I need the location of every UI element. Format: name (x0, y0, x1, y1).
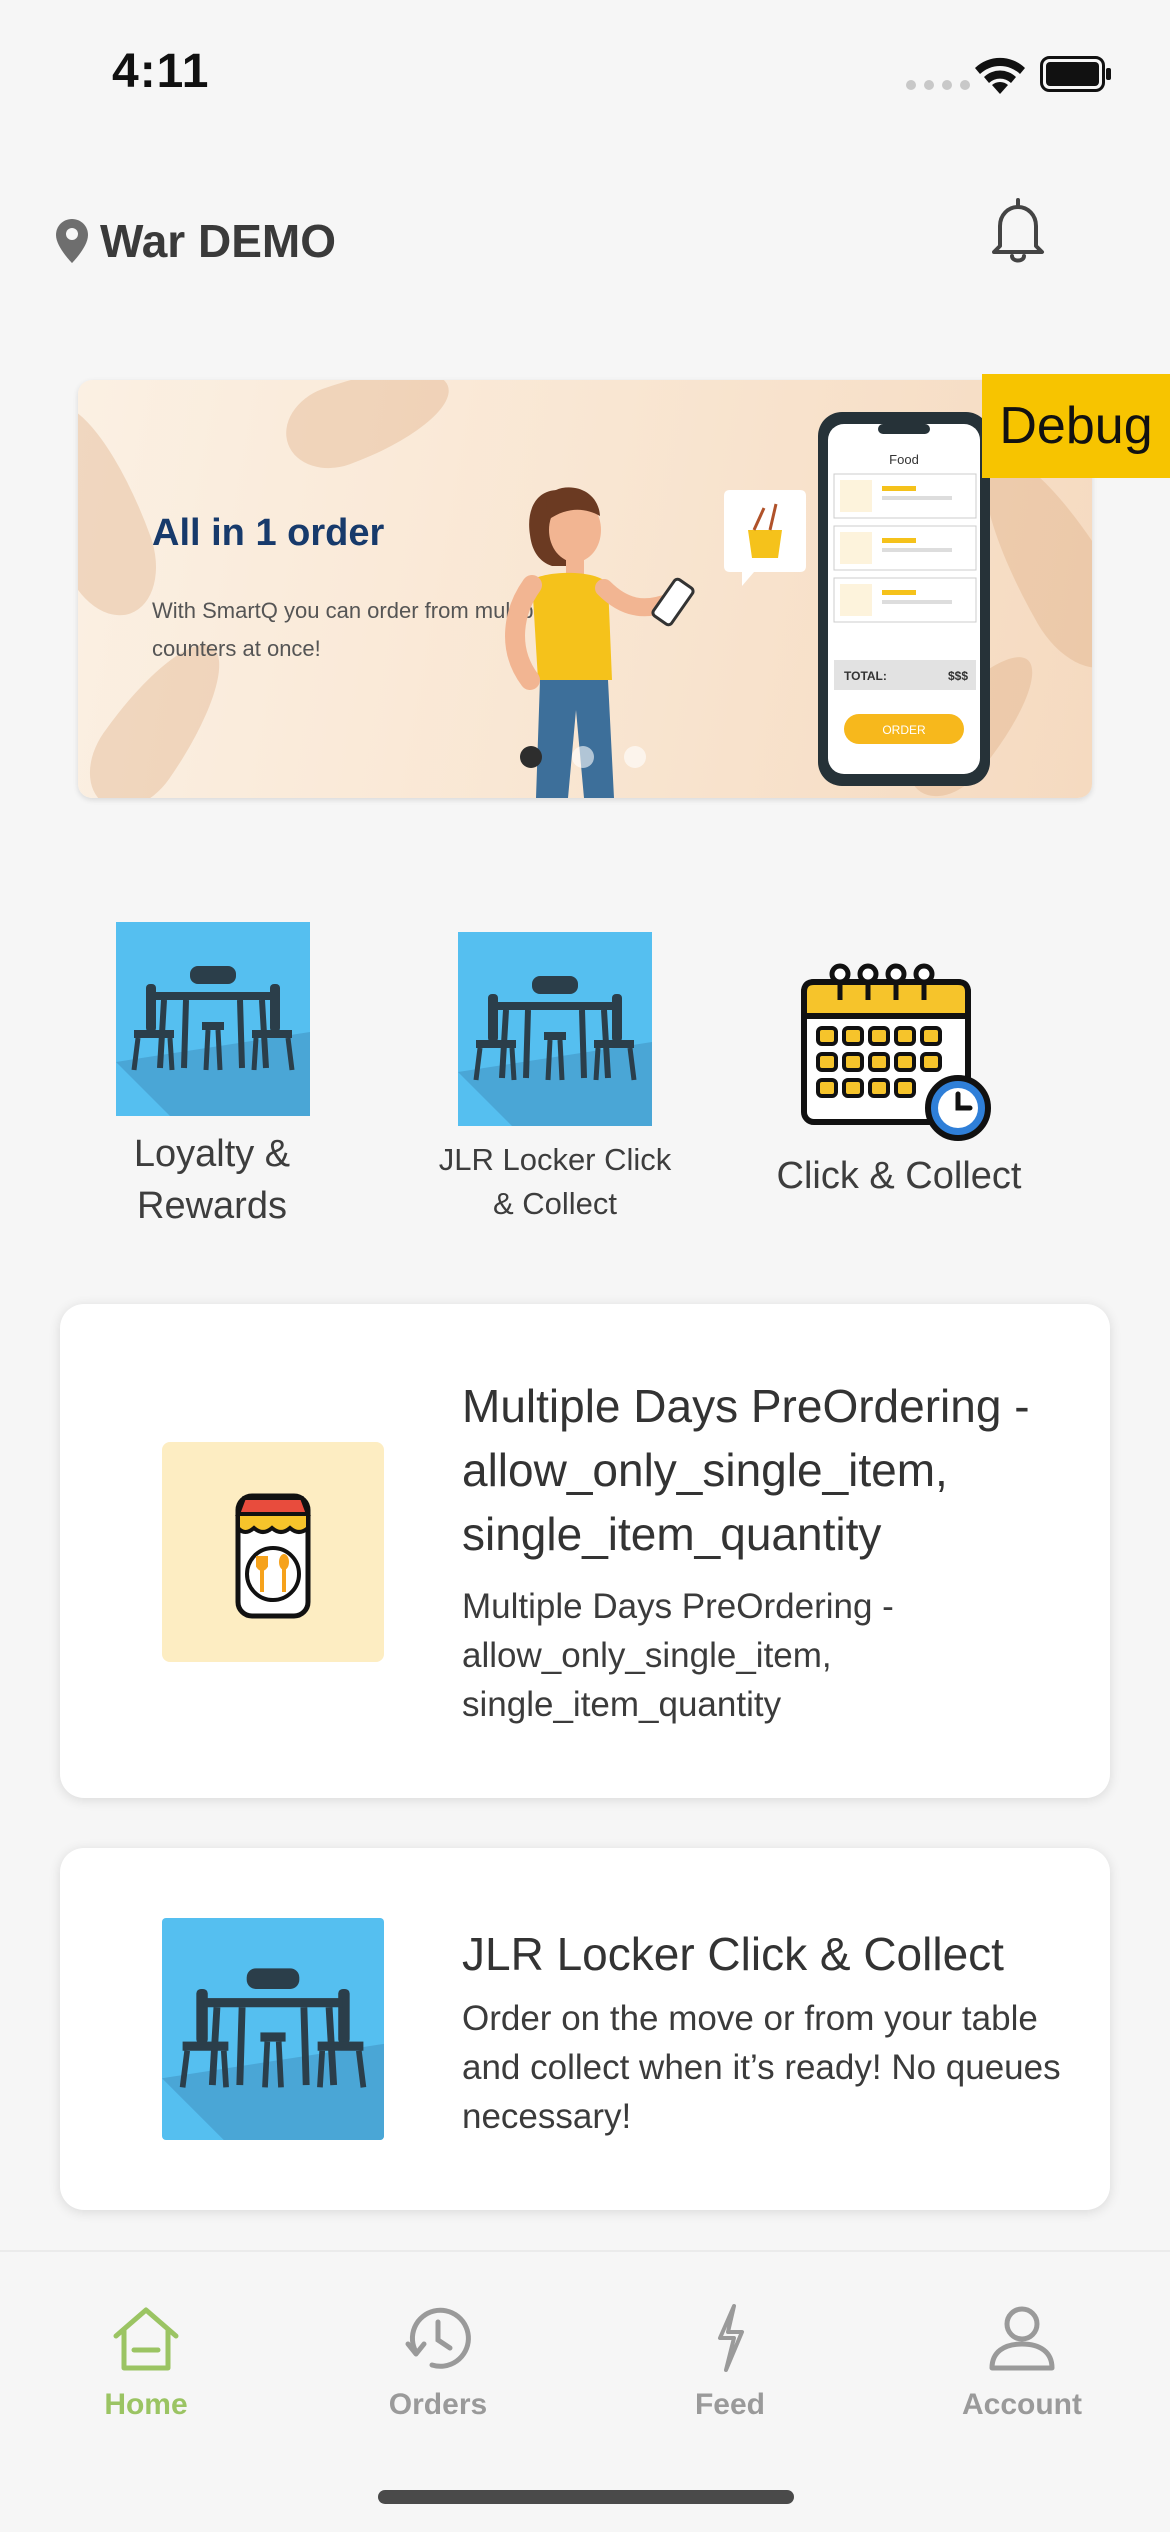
user-icon (989, 2306, 1055, 2371)
clock-history-icon (405, 2307, 471, 2369)
shortcut-label: & Collect (492, 1186, 618, 1221)
service-card-jlr-locker[interactable]: JLR Locker Click & Collect Order on the … (60, 1848, 1110, 2210)
tab-account[interactable]: Account (922, 2302, 1122, 2422)
tab-label: Home (104, 2388, 188, 2421)
bell-icon[interactable] (988, 196, 1048, 268)
carousel-dots[interactable] (520, 746, 646, 768)
phone-order-button: ORDER (882, 723, 926, 737)
shortcut-label: Click & Collect (776, 1155, 1022, 1197)
status-time: 4:11 (112, 45, 210, 98)
dining-table-icon (162, 1918, 384, 2140)
home-icon (113, 2307, 179, 2371)
tab-label: Orders (388, 2388, 488, 2421)
tab-home[interactable]: Home (46, 2302, 246, 2422)
carousel-dot[interactable] (624, 746, 646, 768)
card-description: Order on the move or from your table and… (462, 1999, 1061, 2136)
calendar-clock-icon (801, 963, 991, 1141)
location-name: War DEMO (100, 215, 336, 267)
tab-orders[interactable]: Orders (338, 2302, 538, 2422)
phone-header-text: Food (889, 452, 919, 467)
restaurant-menu-icon (162, 1442, 384, 1662)
location-selector[interactable]: War DEMO (56, 214, 336, 268)
phone-total-value: $$$ (948, 669, 968, 683)
wifi-icon (975, 57, 1025, 94)
cellular-signal-icon (906, 80, 970, 90)
shortcut-label: Loyalty & (133, 1133, 291, 1175)
tab-label: Account (962, 2388, 1082, 2421)
debug-badge: Debug (982, 374, 1170, 478)
card-title: Multiple Days PreOrdering - allow_only_s… (462, 1380, 1030, 1560)
tab-label: Feed (694, 2388, 766, 2421)
phone-total-label: TOTAL: (844, 669, 887, 683)
shortcut-label: JLR Locker Click (438, 1142, 672, 1177)
card-description: Multiple Days PreOrdering - allow_only_s… (462, 1587, 894, 1724)
shortcut-label: Rewards (137, 1185, 287, 1227)
tab-feed[interactable]: Feed (630, 2302, 830, 2422)
carousel-dot[interactable] (572, 746, 594, 768)
card-title: JLR Locker Click & Collect (462, 1928, 1004, 1980)
dining-table-icon (116, 922, 310, 1116)
status-bar: 4:11 (0, 0, 1170, 150)
battery-icon (1040, 56, 1111, 92)
lightning-icon (718, 2304, 744, 2372)
map-pin-icon (56, 219, 88, 263)
dining-table-icon (458, 932, 652, 1126)
carousel-dot[interactable] (520, 746, 542, 768)
service-card-preordering[interactable]: Multiple Days PreOrdering - allow_only_s… (60, 1304, 1110, 1798)
promo-banner[interactable]: All in 1 order With SmartQ you can order… (78, 380, 1092, 798)
woman-with-phone-illustration: Food TOTAL: $$$ ORDER (505, 412, 990, 798)
home-indicator[interactable] (378, 2490, 794, 2504)
